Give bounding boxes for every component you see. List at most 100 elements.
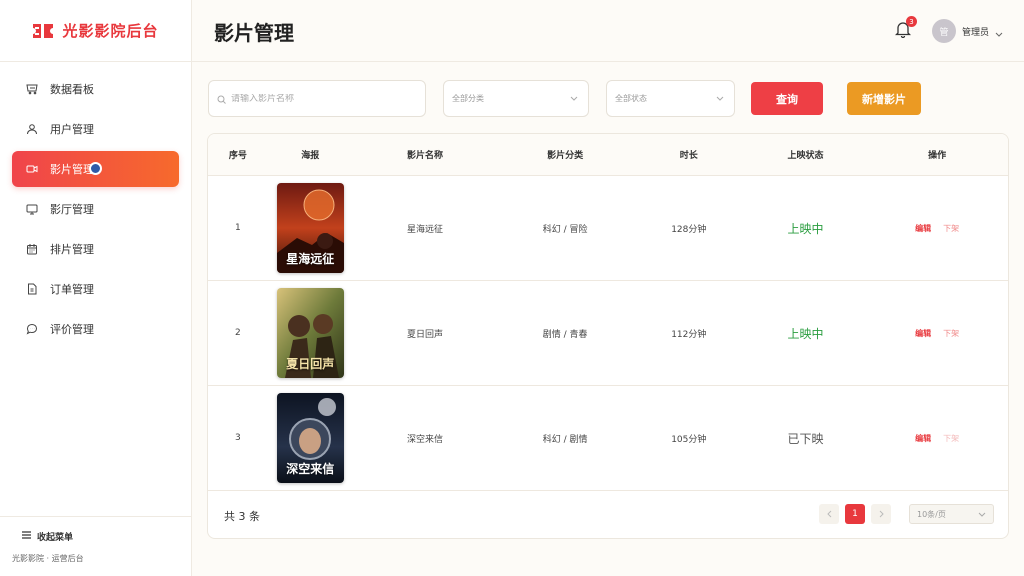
- brand-name: 光影影院后台: [62, 22, 159, 40]
- add-movie-button[interactable]: 新增影片: [847, 82, 921, 115]
- movie-duration: 112分钟: [671, 329, 707, 340]
- chat-icon: [26, 323, 38, 335]
- status-badge: 已下映: [787, 431, 824, 446]
- page-title: 影片管理: [214, 21, 294, 45]
- movie-name: 星海远征: [406, 224, 443, 235]
- search-input[interactable]: [231, 93, 411, 104]
- user-menu[interactable]: 管 管理员: [932, 19, 1003, 43]
- row-number: 2: [235, 328, 241, 338]
- sidebar-item-schedule[interactable]: 排片管理: [12, 231, 179, 267]
- sidebar-item-label: 数据看板: [50, 83, 94, 96]
- sidebar-item-users[interactable]: 用户管理: [12, 111, 179, 147]
- page-size-value: 10条/页: [917, 509, 946, 519]
- sidebar-item-movies[interactable]: 影片管理: [12, 151, 179, 187]
- sidebar-item-label: 影厅管理: [50, 203, 94, 216]
- movie-poster[interactable]: 深空来信: [276, 393, 344, 483]
- page-size-select[interactable]: 10条/页: [909, 504, 994, 524]
- collapse-menu-label: 收起菜单: [37, 533, 74, 543]
- footer-note: 光影影院 · 运营后台: [12, 554, 84, 563]
- notification-badge: 3: [906, 16, 917, 27]
- sidebar-item-label: 评价管理: [50, 323, 94, 336]
- edit-link[interactable]: 编辑: [915, 433, 931, 444]
- column-header: 海报: [301, 151, 320, 161]
- video-icon: [26, 163, 38, 175]
- dashboard-icon: [26, 83, 38, 95]
- column-header: 影片分类: [547, 151, 584, 161]
- edit-link[interactable]: 编辑: [915, 328, 931, 339]
- status-badge: 上映中: [787, 326, 824, 341]
- movie-duration: 128分钟: [671, 224, 707, 235]
- unpublish-link: 下架: [943, 433, 960, 443]
- category-select[interactable]: 全部分类: [443, 80, 589, 117]
- user-name: 管理员: [962, 27, 990, 38]
- cursor-indicator-dot: [89, 162, 102, 175]
- movie-name: 深空来信: [406, 434, 443, 445]
- chevron-down-icon: [570, 94, 578, 103]
- table-row: 3 深空来信 深空来信 科幻 / 剧情 105分钟 已下映 编辑 下架: [208, 386, 1008, 491]
- total-count: 共 3 条: [224, 510, 260, 523]
- poster-cell: 星海远征: [268, 183, 353, 273]
- sidebar-nav: 数据看板 用户管理 影片管理 影厅管理 排片管理 订单管理 评价管理: [0, 62, 191, 347]
- sidebar-item-reviews[interactable]: 评价管理: [12, 311, 179, 347]
- user-icon: [26, 123, 38, 135]
- row-number: 1: [235, 223, 241, 233]
- document-icon: [26, 283, 38, 295]
- sidebar-item-label: 订单管理: [50, 283, 94, 296]
- sidebar-item-orders[interactable]: 订单管理: [12, 271, 179, 307]
- chevron-down-icon: [978, 510, 986, 519]
- movie-poster[interactable]: 星海远征: [276, 183, 344, 273]
- pagination-bar: 共 3 条 1 10条/页: [208, 491, 1008, 538]
- sidebar-footer: 收起菜单 光影影院 · 运营后台: [0, 516, 192, 576]
- movie-category: 科幻 / 冒险: [542, 224, 588, 235]
- row-actions: 编辑 下架: [866, 433, 1008, 444]
- unpublish-link[interactable]: 下架: [943, 223, 959, 234]
- column-header: 序号: [228, 151, 247, 161]
- chevron-down-icon: [716, 94, 724, 103]
- column-header: 上映状态: [787, 151, 824, 161]
- table-header: 序号 海报 影片名称 影片分类 时长 上映状态 操作: [208, 134, 1008, 176]
- page-number-current[interactable]: 1: [845, 504, 865, 524]
- next-page-button[interactable]: [871, 504, 891, 524]
- movie-poster[interactable]: 夏日回声: [276, 288, 344, 378]
- monitor-icon: [26, 203, 38, 215]
- sidebar-item-label: 用户管理: [50, 123, 94, 136]
- poster-title: 深空来信: [286, 462, 335, 476]
- collapse-menu-button[interactable]: 收起菜单: [22, 530, 180, 543]
- menu-icon: [22, 531, 31, 542]
- poster-title: 夏日回声: [286, 357, 335, 371]
- poster-title: 星海远征: [286, 252, 335, 266]
- poster-cell: 深空来信: [268, 393, 353, 483]
- status-badge: 上映中: [787, 221, 824, 236]
- row-actions: 编辑 下架: [866, 328, 1008, 339]
- movie-table: 序号 海报 影片名称 影片分类 时长 上映状态 操作 1 星海远征 星海远征 科…: [207, 133, 1009, 539]
- category-select-value: 全部分类: [452, 94, 484, 103]
- sidebar-item-label: 影片管理: [50, 163, 94, 176]
- avatar: 管: [932, 19, 956, 43]
- header: 影片管理 3 管 管理员: [192, 0, 1024, 62]
- status-select-value: 全部状态: [615, 94, 647, 103]
- movie-category: 剧情 / 青春: [542, 329, 588, 340]
- sidebar-item-label: 排片管理: [50, 243, 94, 256]
- row-actions: 编辑 下架: [866, 223, 1008, 234]
- sidebar-item-halls[interactable]: 影厅管理: [12, 191, 179, 227]
- table-row: 1 星海远征 星海远征 科幻 / 冒险 128分钟 上映中 编辑 下架: [208, 176, 1008, 281]
- prev-page-button[interactable]: [819, 504, 839, 524]
- sidebar-item-dashboard[interactable]: 数据看板: [12, 71, 179, 107]
- status-select[interactable]: 全部状态: [606, 80, 735, 117]
- query-button[interactable]: 查询: [751, 82, 823, 115]
- sidebar: 光影影院后台 数据看板 用户管理 影片管理 影厅管理 排片管理 订单管理 评价管…: [0, 0, 192, 576]
- table-row: 2 夏日回声 夏日回声 剧情 / 青春 112分钟 上映中 编辑 下架: [208, 281, 1008, 386]
- column-header: 影片名称: [406, 151, 443, 161]
- column-header: 操作: [928, 151, 947, 161]
- column-header: 时长: [679, 151, 698, 161]
- movie-category: 科幻 / 剧情: [542, 434, 588, 445]
- poster-cell: 夏日回声: [268, 288, 353, 378]
- edit-link[interactable]: 编辑: [915, 223, 931, 234]
- unpublish-link[interactable]: 下架: [943, 328, 959, 339]
- brand: 光影影院后台: [0, 0, 191, 62]
- movie-name: 夏日回声: [406, 329, 443, 340]
- search-box: [208, 80, 426, 117]
- row-number: 3: [235, 433, 241, 443]
- ticket-logo-icon: [32, 23, 54, 39]
- movie-duration: 105分钟: [671, 434, 707, 445]
